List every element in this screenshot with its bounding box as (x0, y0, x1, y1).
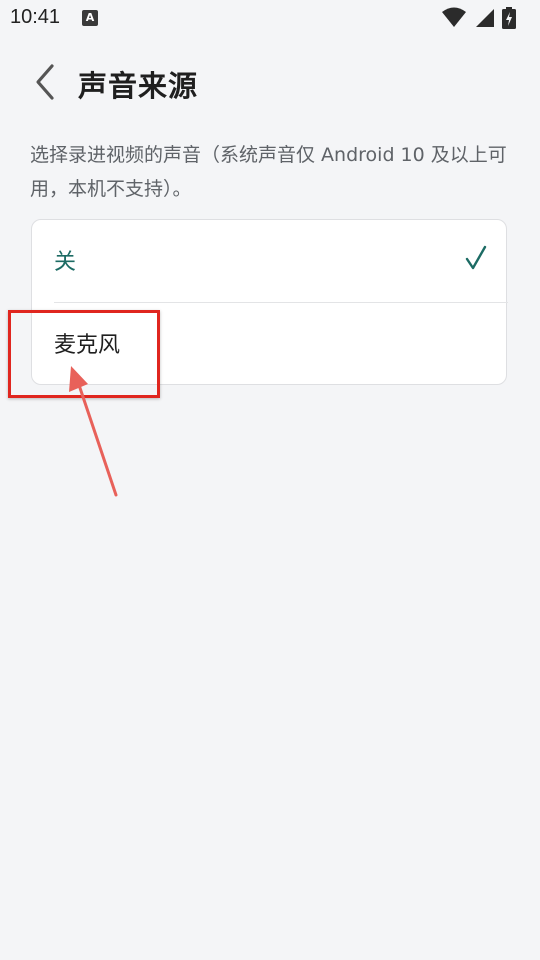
page-title: 声音来源 (78, 69, 199, 103)
app-header: 声音来源 (0, 50, 540, 114)
option-off-label: 关 (54, 250, 77, 275)
option-off[interactable]: 关 (32, 220, 508, 303)
status-bar: 10:41 A (0, 0, 540, 36)
battery-charging-icon (502, 7, 516, 29)
wifi-icon (442, 7, 466, 27)
signal-icon (476, 9, 494, 27)
back-button[interactable] (26, 60, 66, 104)
checkmark-icon (465, 245, 487, 270)
notification-a-icon: A (82, 10, 98, 26)
notification-letter: A (85, 11, 95, 24)
annotation-highlight-box (8, 310, 160, 398)
chevron-left-icon (36, 64, 54, 100)
status-icons (442, 7, 532, 29)
status-time: 10:41 (10, 6, 61, 28)
description-text: 选择录进视频的声音（系统声音仅 Android 10 及以上可用，本机不支持）。 (30, 144, 507, 200)
